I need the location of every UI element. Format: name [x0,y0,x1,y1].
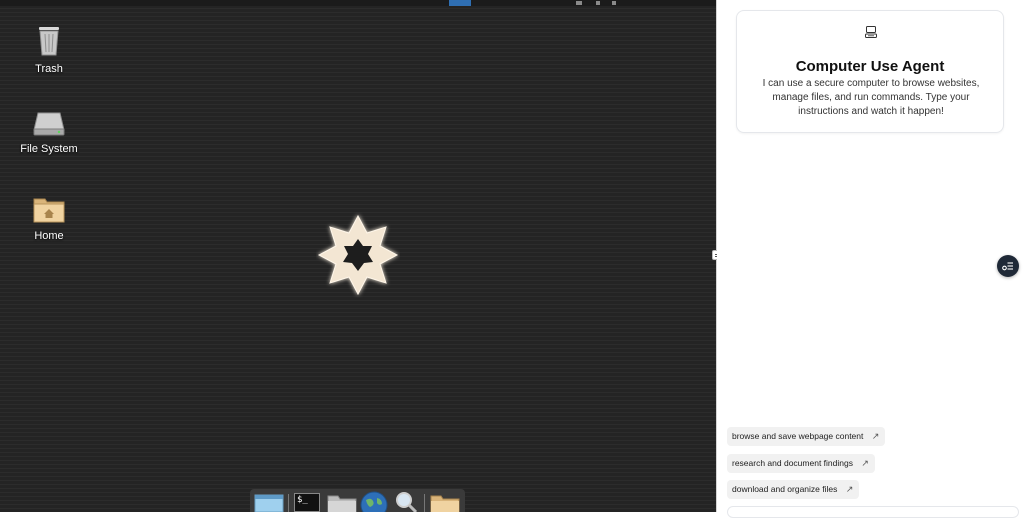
suggestion-chip[interactable]: download and organize files ↗ [727,480,860,499]
star-logo-icon [317,214,399,296]
dock-separator [288,494,289,512]
agent-intro-card: Computer Use Agent I can use a secure co… [736,10,1004,133]
trash-icon [39,27,59,56]
dock-web-browser[interactable] [360,491,388,512]
desktop-icon-home[interactable]: Home [9,195,89,242]
chat-input[interactable] [727,506,1019,518]
suggestion-label: research and document findings [732,458,853,468]
folder-icon [430,495,460,512]
drive-icon [33,112,65,136]
suggestion-label: download and organize files [732,484,838,494]
agent-panel: Computer Use Agent I can use a secure co… [717,0,1024,518]
active-workspace-indicator[interactable] [449,0,471,6]
dock: $_ [250,489,465,512]
suggestion-label: browse and save webpage content [732,431,864,441]
computer-agent-icon [865,26,877,38]
dock-window-launcher[interactable] [254,493,284,512]
dock-search[interactable] [393,491,419,512]
suggestion-chip[interactable]: research and document findings ↗ [727,454,875,473]
window-icon [254,494,284,512]
tray-icon[interactable] [596,1,600,5]
settings-list-icon [1002,262,1013,271]
arrow-up-right-icon: ↗ [861,458,869,468]
search-magnifier-icon [396,492,418,512]
dock-file-manager[interactable] [327,493,357,512]
desktop-icon-trash[interactable]: Trash [9,24,89,75]
remote-desktop[interactable]: Trash File System Home $_ [0,0,716,512]
dock-terminal[interactable]: $_ [294,493,322,512]
dock-separator [424,494,425,512]
desktop-icon-label: Trash [35,63,63,75]
web-browser-icon [360,491,388,512]
terminal-icon: $_ [294,493,320,512]
arrow-up-right-icon: ↗ [845,484,854,494]
agent-description: I can use a secure computer to browse we… [762,78,980,117]
desktop-icon-label: File System [20,143,78,155]
arrow-up-right-icon: ↗ [871,431,880,441]
tray-icon[interactable] [612,1,616,5]
agent-title: Computer Use Agent [795,58,945,75]
home-folder-icon [33,198,65,223]
tray-icon[interactable] [576,1,582,5]
chat-settings-button[interactable] [997,255,1019,277]
dock-folder[interactable] [430,493,460,512]
file-manager-icon [327,495,357,512]
terminal-prompt-text: $_ [297,495,308,505]
desktop-icon-label: Home [34,230,64,242]
desktop-top-panel [0,0,716,6]
suggestion-chip[interactable]: browse and save webpage content ↗ [727,427,886,446]
desktop-icon-file-system[interactable]: File System [9,110,89,155]
